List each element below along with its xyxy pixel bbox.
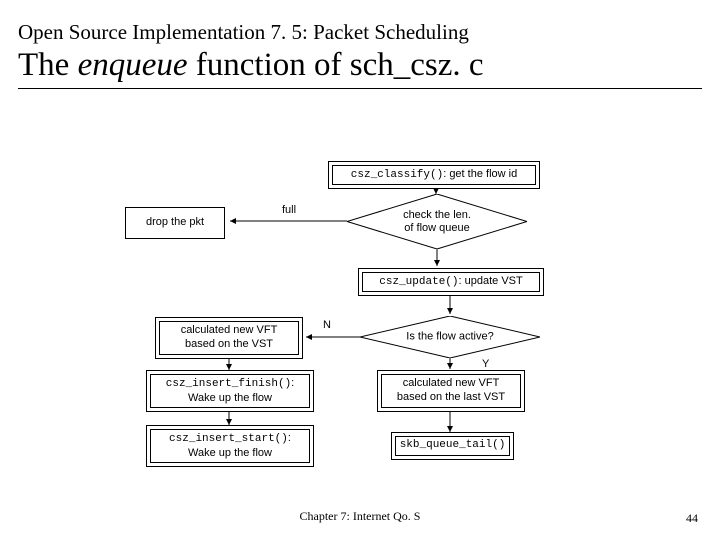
box-update: csz_update(): update VST [362,272,540,292]
vft-last-l2: based on the last VST [397,391,505,405]
drop-text: drop the pkt [146,216,204,230]
diamond-active: Is the flow active? [360,316,361,317]
label-full: full [282,204,296,216]
box-vft-lastvst: calculated new VFT based on the last VST [381,374,521,408]
box-skb: skb_queue_tail() [395,436,510,456]
slide-footer: Chapter 7: Internet Qo. S [0,509,720,524]
check-len-text: check the len. of flow queue [403,209,471,235]
label-y: Y [482,358,489,370]
vft-vst-l1: calculated new VFT [181,324,278,338]
update-code: csz_update() [379,276,458,288]
finish-code: csz_insert_finish() [166,378,291,390]
box-classify: csz_classify(): get the flow id [332,165,536,185]
update-desc: : update VST [459,275,523,287]
flowchart-canvas: csz_classify(): get the flow id drop the… [0,0,720,540]
classify-code: csz_classify() [351,169,443,181]
skb-text: skb_queue_tail() [400,439,506,453]
label-n: N [323,319,331,331]
vft-vst-l2: based on the VST [185,338,273,352]
page-number: 44 [686,511,698,526]
active-text: Is the flow active? [406,330,493,343]
box-insert-finish: csz_insert_finish(): Wake up the flow [150,374,310,408]
finish-l2: Wake up the flow [188,392,272,406]
update-text: csz_update(): update VST [379,275,522,290]
classify-text: csz_classify(): get the flow id [351,168,517,183]
box-vft-vst: calculated new VFT based on the VST [159,321,299,355]
box-drop: drop the pkt [125,207,225,239]
start-code: csz_insert_start() [169,433,288,445]
vft-last-l1: calculated new VFT [403,377,500,391]
start-l2: Wake up the flow [188,447,272,461]
diamond-check-len: check the len. of flow queue [347,194,348,195]
flow-lines [0,0,720,540]
classify-desc: : get the flow id [443,168,517,180]
box-insert-start: csz_insert_start(): Wake up the flow [150,429,310,463]
